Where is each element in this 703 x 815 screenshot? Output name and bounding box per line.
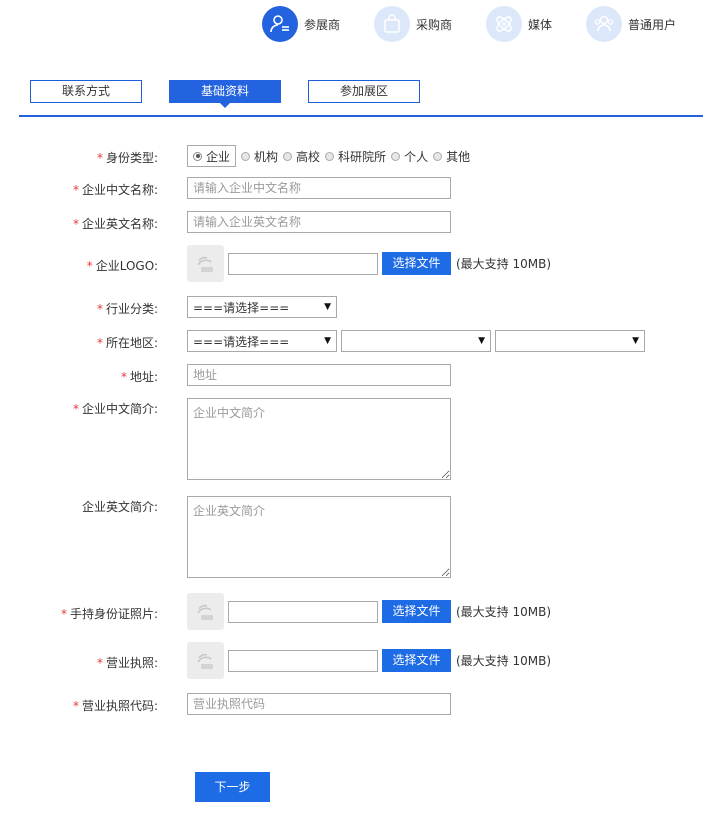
en-name-label: * 企业英文名称: xyxy=(72,217,158,231)
logo-choose-file-button[interactable]: 选择文件 xyxy=(382,252,451,275)
image-placeholder-icon xyxy=(187,642,224,679)
step-tabs: 联系方式 基础资料 参加展区 xyxy=(30,80,430,108)
radio-other[interactable]: 其他 xyxy=(433,148,470,165)
tab-basic-info[interactable]: 基础资料 xyxy=(169,80,281,108)
industry-select[interactable]: ===请选择=== ▼ xyxy=(187,296,337,318)
tab-contact[interactable]: 联系方式 xyxy=(30,80,142,103)
license-file-field[interactable] xyxy=(228,649,378,672)
license-upload: 选择文件 (最大支持 10MB) xyxy=(187,642,551,679)
image-placeholder-icon xyxy=(187,245,224,282)
en-name-input[interactable] xyxy=(187,211,451,233)
district-select[interactable]: ▼ xyxy=(495,330,645,352)
role-label: 参展商 xyxy=(304,17,341,32)
buyer-icon xyxy=(374,6,411,42)
cn-name-input[interactable] xyxy=(187,177,451,199)
chevron-down-icon: ▼ xyxy=(478,336,485,346)
chevron-down-icon: ▼ xyxy=(324,336,331,346)
province-select[interactable]: ===请选择=== ▼ xyxy=(187,330,337,352)
radio-dot xyxy=(391,151,401,161)
cn-name-label: * 企业中文名称: xyxy=(72,183,158,197)
city-select[interactable]: ▼ xyxy=(341,330,491,352)
en-intro-textarea[interactable] xyxy=(187,496,451,578)
role-selector: 参展商 采购商 媒体 普通用户 xyxy=(262,6,676,42)
logo-size-hint: (最大支持 10MB) xyxy=(456,257,552,271)
license-size-hint: (最大支持 10MB) xyxy=(456,654,552,668)
id-photo-upload: 选择文件 (最大支持 10MB) xyxy=(187,593,551,630)
image-placeholder-icon xyxy=(187,593,224,630)
license-choose-file-button[interactable]: 选择文件 xyxy=(382,649,451,672)
license-code-label: * 营业执照代码: xyxy=(72,699,158,713)
chevron-down-icon: ▼ xyxy=(324,302,331,312)
radio-university[interactable]: 高校 xyxy=(283,148,320,165)
role-exhibitor[interactable]: 参展商 xyxy=(262,6,340,42)
id-photo-file-field[interactable] xyxy=(228,600,378,623)
logo-file-field[interactable] xyxy=(228,252,378,275)
logo-upload: 选择文件 (最大支持 10MB) xyxy=(187,245,551,282)
chevron-down-icon: ▼ xyxy=(632,336,639,346)
radio-dot xyxy=(193,151,202,161)
cn-intro-label: * 企业中文简介: xyxy=(72,402,158,416)
id-photo-size-hint: (最大支持 10MB) xyxy=(456,605,552,619)
logo-label: * 企业LOGO: xyxy=(86,259,158,273)
role-label: 采购商 xyxy=(416,17,453,32)
radio-individual[interactable]: 个人 xyxy=(391,148,428,165)
role-label: 媒体 xyxy=(528,17,553,32)
role-media[interactable]: 媒体 xyxy=(486,6,552,42)
identity-type-radios: 企业 机构 高校 科研院所 个人 其他 xyxy=(187,145,475,167)
role-regular-user[interactable]: 普通用户 xyxy=(586,6,676,42)
id-photo-choose-file-button[interactable]: 选择文件 xyxy=(382,600,451,623)
next-step-button[interactable]: 下一步 xyxy=(195,772,270,802)
radio-dot xyxy=(325,151,335,161)
cn-intro-textarea[interactable] xyxy=(187,398,451,480)
address-input[interactable] xyxy=(187,364,451,386)
address-label: * 地址: xyxy=(120,370,158,384)
tab-exhibit-area[interactable]: 参加展区 xyxy=(308,80,420,103)
radio-enterprise[interactable]: 企业 xyxy=(187,145,237,167)
identity-type-label: * 身份类型: xyxy=(96,151,158,165)
license-code-input[interactable] xyxy=(187,693,451,715)
license-label: * 营业执照: xyxy=(96,656,158,670)
media-icon xyxy=(486,6,523,42)
en-intro-label: 企业英文简介: xyxy=(81,500,158,514)
radio-dot xyxy=(283,151,293,161)
industry-label: * 行业分类: xyxy=(96,302,158,316)
role-buyer[interactable]: 采购商 xyxy=(374,6,452,42)
radio-dot xyxy=(433,151,443,161)
id-photo-label: * 手持身份证照片: xyxy=(60,607,158,621)
required-mark: * xyxy=(96,151,103,165)
region-label: * 所在地区: xyxy=(96,336,158,350)
radio-dot xyxy=(241,151,251,161)
radio-research-institute[interactable]: 科研院所 xyxy=(325,148,386,165)
tab-divider xyxy=(19,115,703,117)
radio-institution[interactable]: 机构 xyxy=(241,148,278,165)
role-label: 普通用户 xyxy=(628,17,677,32)
user-group-icon xyxy=(586,6,623,42)
exhibitor-icon xyxy=(262,6,298,42)
